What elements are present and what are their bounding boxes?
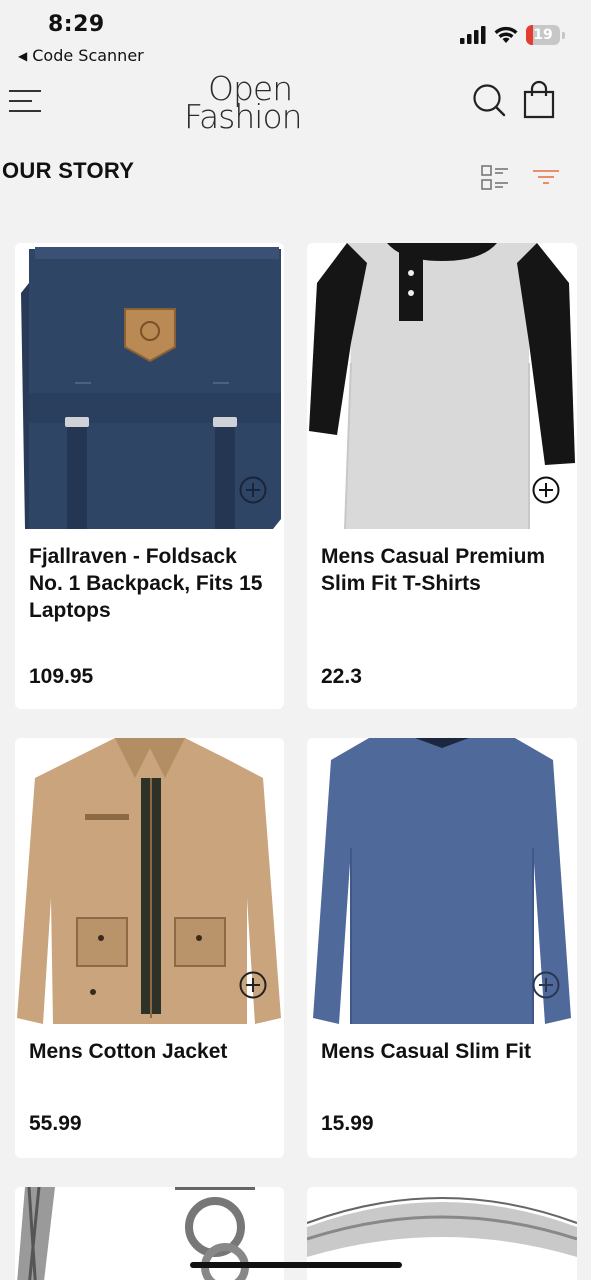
search-button[interactable] [471, 82, 507, 118]
app-header: Open Fashion [0, 69, 591, 136]
product-price: 22.3 [321, 665, 362, 688]
product-grid: Fjallraven - Foldsack No. 1 Backpack, Fi… [15, 243, 577, 1280]
wifi-icon [494, 26, 518, 43]
back-to-app-link[interactable]: ◀ Code Scanner [18, 46, 144, 65]
product-name: Mens Cotton Jacket [29, 1040, 228, 1063]
product-price: 109.95 [29, 665, 94, 688]
add-circle-icon [239, 971, 267, 999]
product-card[interactable]: Mens Casual Slim Fit 15.99 [307, 738, 577, 1158]
add-to-cart-button[interactable] [531, 970, 561, 1000]
product-card[interactable]: Mens Cotton Jacket 55.99 [15, 738, 284, 1158]
list-view-icon [481, 165, 508, 190]
back-app-label: Code Scanner [32, 46, 144, 65]
status-time: 8:29 [48, 12, 105, 37]
add-to-cart-button[interactable] [238, 970, 268, 1000]
product-image-backpack [15, 243, 284, 529]
product-name: Mens Casual Slim Fit [321, 1040, 532, 1063]
list-view-toggle[interactable] [481, 165, 509, 191]
cart-button[interactable] [522, 80, 556, 120]
product-image-henley-shirt [307, 243, 577, 529]
status-bar: 8:29 ◀ Code Scanner 19 [0, 0, 591, 70]
product-card[interactable]: Fjallraven - Foldsack No. 1 Backpack, Fi… [15, 243, 284, 709]
signal-icon [460, 26, 486, 44]
status-indicators: 19 [460, 25, 565, 45]
add-circle-icon [239, 476, 267, 504]
filter-icon [533, 170, 559, 184]
brand-line-2: Fashion [184, 97, 302, 134]
section-title: OUR STORY [2, 158, 135, 183]
menu-icon [9, 90, 41, 112]
product-price: 15.99 [321, 1112, 374, 1135]
product-card[interactable]: Mens Casual Premium Slim Fit T-Shirts 22… [307, 243, 577, 709]
product-name: Mens Casual Premium Slim Fit T-Shirts [321, 545, 546, 595]
filter-button[interactable] [532, 168, 560, 186]
add-to-cart-button[interactable] [238, 475, 268, 505]
add-circle-icon [532, 971, 560, 999]
battery-level: 19 [533, 27, 553, 43]
menu-button[interactable] [8, 88, 42, 114]
brand-logo[interactable]: Open Fashion [184, 69, 328, 136]
battery-icon: 19 [526, 25, 560, 45]
add-circle-icon [532, 476, 560, 504]
product-image-long-sleeve-shirt [307, 738, 577, 1024]
product-image-cotton-jacket [15, 738, 284, 1024]
add-to-cart-button[interactable] [531, 475, 561, 505]
home-indicator[interactable] [190, 1262, 402, 1268]
product-name: Fjallraven - Foldsack No. 1 Backpack, Fi… [29, 545, 263, 622]
product-price: 55.99 [29, 1112, 82, 1135]
back-caret-icon: ◀ [18, 48, 28, 63]
search-icon [473, 84, 506, 117]
shopping-bag-icon [523, 80, 555, 119]
